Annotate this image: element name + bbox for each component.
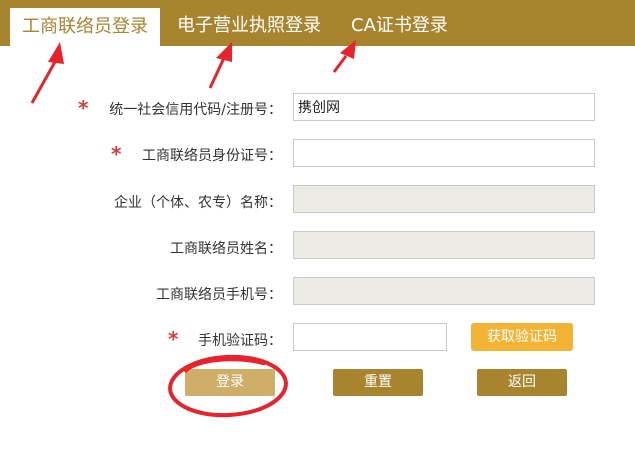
required-star: * [78, 96, 89, 120]
liaison-phone-field [293, 277, 595, 305]
credit-code-input[interactable] [293, 93, 595, 121]
required-star: * [168, 327, 179, 351]
company-name-field [293, 185, 595, 213]
required-star: * [111, 142, 122, 166]
sms-code-input[interactable] [293, 323, 447, 351]
tab-ca-certificate-login[interactable]: CA证书登录 [351, 0, 448, 46]
sms-code-label: 手机验证码： [198, 333, 282, 349]
liaison-phone-label: 工商联络员手机号： [156, 287, 282, 303]
arrow-annotation-1 [30, 42, 64, 104]
tab-bar: 工商联络员登录 电子营业执照登录 CA证书登录 [0, 0, 635, 46]
liaison-name-label: 工商联络员姓名： [170, 241, 282, 257]
arrow-annotation-2 [208, 42, 232, 89]
credit-code-label: 统一社会信用代码/注册号： [109, 102, 282, 118]
tab-business-license-login[interactable]: 电子营业执照登录 [177, 0, 321, 46]
id-number-label: 工商联络员身份证号： [142, 148, 282, 164]
tab-liaison-login[interactable]: 工商联络员登录 [10, 8, 160, 46]
reset-button[interactable]: 重置 [333, 369, 423, 396]
login-button[interactable]: 登录 [185, 369, 275, 396]
get-code-button[interactable]: 获取验证码 [471, 323, 573, 351]
back-button[interactable]: 返回 [477, 369, 567, 396]
id-number-input[interactable] [293, 139, 595, 167]
liaison-name-field [293, 231, 595, 259]
company-name-label: 企业（个体、农专）名称： [114, 195, 282, 211]
